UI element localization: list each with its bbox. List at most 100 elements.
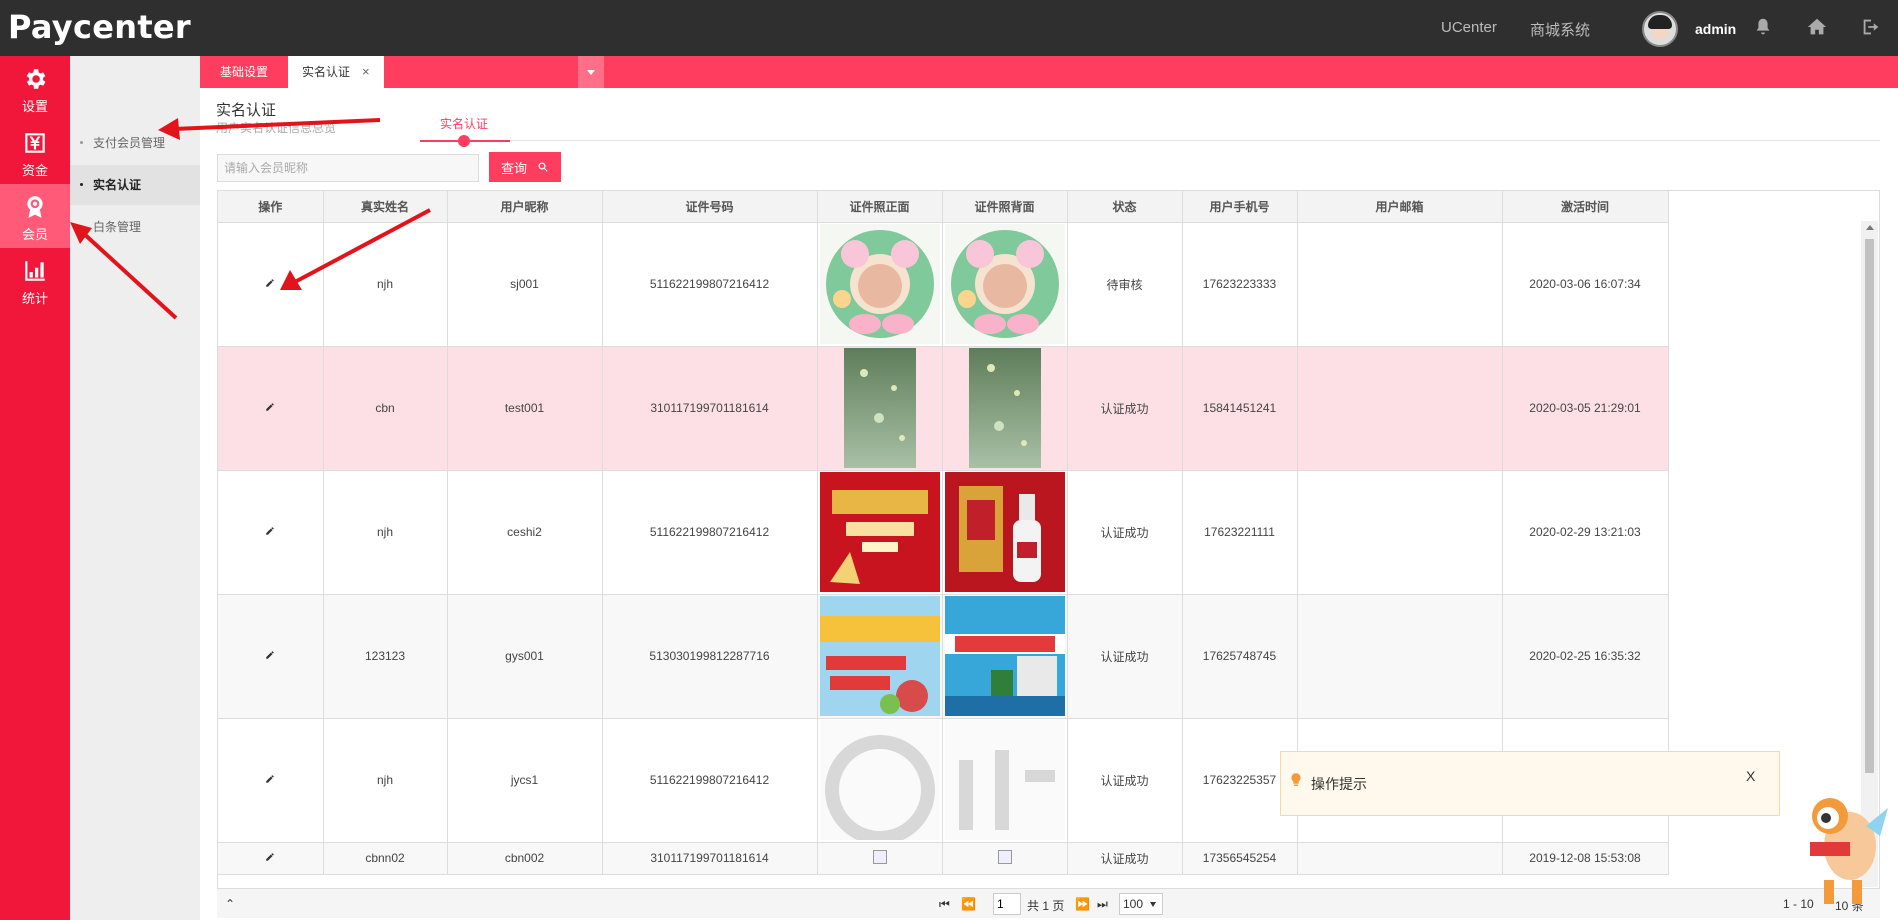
- chevron-down-icon[interactable]: [578, 56, 604, 88]
- search-button[interactable]: 查询: [489, 152, 561, 182]
- status: 认证成功: [1067, 470, 1183, 595]
- nickname: sj001: [447, 222, 603, 347]
- pagination: ⌃ ⏮ ⏪ 共 1 页 ⏩ ⏭ 100 1 - 10 10 条: [217, 888, 1880, 918]
- real-name: njh: [323, 718, 448, 843]
- activation-time: 2020-02-29 13:21:03: [1502, 470, 1669, 595]
- nav-item-settings[interactable]: 设置: [0, 56, 70, 120]
- activation-time: 2019-12-08 15:53:08: [1502, 842, 1669, 875]
- real-name: 123123: [323, 594, 448, 719]
- toast-notification: 操作提示 X: [1280, 751, 1780, 816]
- real-name: njh: [323, 470, 448, 595]
- subnav-item-credit[interactable]: 白条管理: [70, 207, 200, 247]
- status: 待审核: [1067, 222, 1183, 347]
- id-number: 511622199807216412: [602, 718, 818, 843]
- subnav-item-pay-members[interactable]: 支付会员管理: [70, 123, 200, 163]
- collapse-icon[interactable]: ⌃: [225, 897, 235, 911]
- mascot-icon: [1810, 798, 1888, 904]
- search-input[interactable]: [217, 154, 479, 182]
- id-photo-front[interactable]: [817, 594, 943, 719]
- id-photo-front[interactable]: [817, 842, 943, 875]
- prev-page-icon[interactable]: ⏪: [961, 897, 976, 911]
- subnav-item-realname[interactable]: 实名认证: [70, 165, 200, 205]
- table-row[interactable]: cbnn02 cbn002 310117199701181614 认证成功 17…: [218, 842, 1669, 875]
- status: 认证成功: [1067, 594, 1183, 719]
- id-photo-back[interactable]: [942, 222, 1068, 347]
- edit-icon[interactable]: [265, 773, 275, 783]
- page-number-input[interactable]: [993, 893, 1021, 915]
- email: [1297, 594, 1503, 719]
- tab-basic-settings[interactable]: 基础设置: [206, 56, 282, 88]
- email: [1297, 470, 1503, 595]
- table-row[interactable]: njh sj001 511622199807216412 待审核 1762322…: [218, 222, 1669, 347]
- id-photo-back[interactable]: [942, 470, 1068, 595]
- nickname: cbn002: [447, 842, 603, 875]
- toast-close-button[interactable]: X: [1746, 768, 1755, 784]
- nav-item-funds[interactable]: 资金: [0, 120, 70, 184]
- phone: 17625748745: [1182, 594, 1298, 719]
- nickname: ceshi2: [447, 470, 603, 595]
- column-header: 证件照背面: [942, 191, 1068, 223]
- id-number: 511622199807216412: [602, 222, 818, 347]
- edit-icon[interactable]: [265, 649, 275, 659]
- close-icon[interactable]: ×: [362, 64, 370, 79]
- real-name: cbn: [323, 346, 448, 471]
- search-icon: [538, 162, 548, 172]
- id-photo-front[interactable]: [817, 346, 943, 471]
- id-photo-back[interactable]: [942, 842, 1068, 875]
- id-photo-front[interactable]: [817, 470, 943, 595]
- tab-bar: 基础设置 实名认证 ×: [200, 56, 1898, 88]
- lightbulb-icon: [1291, 773, 1301, 786]
- tab-realname[interactable]: 实名认证 ×: [288, 56, 384, 88]
- username[interactable]: admin: [1695, 21, 1736, 37]
- avatar[interactable]: [1642, 11, 1678, 47]
- nav-label: 会员: [21, 227, 48, 242]
- step-dot: [458, 135, 470, 147]
- bell-icon[interactable]: [1752, 16, 1774, 38]
- logout-icon[interactable]: [1860, 16, 1882, 38]
- id-photo-back[interactable]: [942, 718, 1068, 843]
- home-icon[interactable]: [1806, 16, 1828, 38]
- nav-label: 设置: [21, 99, 48, 114]
- header-link-mall[interactable]: 商城系统: [1530, 19, 1590, 40]
- column-header: 用户昵称: [447, 191, 603, 223]
- id-photo-front[interactable]: [817, 222, 943, 347]
- column-header: 真实姓名: [323, 191, 448, 223]
- edit-icon[interactable]: [265, 401, 275, 411]
- real-name: njh: [323, 222, 448, 347]
- brand-logo[interactable]: Paycenter: [8, 8, 191, 46]
- id-photo-back[interactable]: [942, 594, 1068, 719]
- nickname: gys001: [447, 594, 603, 719]
- table-header-row: 操作 真实姓名 用户昵称 证件号码 证件照正面 证件照背面 状态 用户手机号 用…: [218, 191, 1669, 223]
- page-size-select[interactable]: 100: [1119, 893, 1163, 915]
- page-title: 实名认证: [216, 102, 277, 119]
- last-page-icon[interactable]: ⏭: [1097, 897, 1108, 912]
- status: 认证成功: [1067, 842, 1183, 875]
- id-photo-back[interactable]: [942, 346, 1068, 471]
- column-header: 证件号码: [602, 191, 818, 223]
- nav-item-stats[interactable]: 统计: [0, 248, 70, 312]
- id-photo-front[interactable]: [817, 718, 943, 843]
- table-row[interactable]: njh ceshi2 511622199807216412 认证成功 17623…: [218, 470, 1669, 595]
- column-header: 用户手机号: [1182, 191, 1298, 223]
- header-link-ucenter[interactable]: UCenter: [1441, 19, 1497, 36]
- total-pages: 共 1 页: [1027, 899, 1065, 913]
- gear-icon: [26, 69, 46, 89]
- nav-item-members[interactable]: 会员: [0, 184, 70, 248]
- next-page-icon[interactable]: ⏩: [1075, 897, 1090, 911]
- table-row[interactable]: 123123 gys001 513030199812287716 认证成功 17…: [218, 594, 1669, 719]
- step-title: 实名认证: [440, 117, 489, 131]
- phone: 17623223333: [1182, 222, 1298, 347]
- toast-message: 操作提示: [1311, 776, 1367, 792]
- edit-icon[interactable]: [265, 277, 275, 287]
- nickname: jycs1: [447, 718, 603, 843]
- nav-label: 资金: [21, 163, 48, 178]
- edit-icon[interactable]: [265, 851, 275, 861]
- activation-time: 2020-03-05 21:29:01: [1502, 346, 1669, 471]
- divider: [510, 140, 1880, 141]
- activation-time: 2020-03-06 16:07:34: [1502, 222, 1669, 347]
- first-page-icon[interactable]: ⏮: [939, 897, 950, 912]
- broken-image-icon: [872, 849, 887, 864]
- phone: 17623221111: [1182, 470, 1298, 595]
- edit-icon[interactable]: [265, 525, 275, 535]
- table-row[interactable]: cbn test001 310117199701181614 认证成功 1584…: [218, 346, 1669, 471]
